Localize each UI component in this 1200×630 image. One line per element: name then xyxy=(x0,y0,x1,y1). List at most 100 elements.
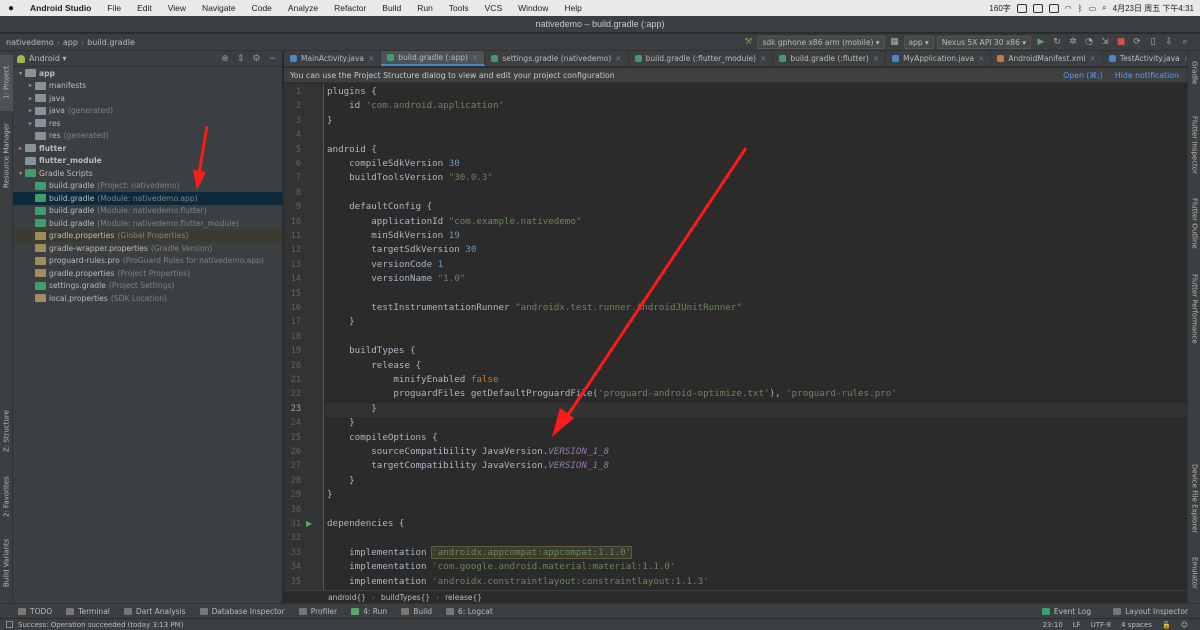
tree-item[interactable]: gradle.properties (Global Properties) xyxy=(13,229,282,242)
sdk-manager-icon[interactable]: ⇩ xyxy=(1162,37,1176,47)
run-config-selector[interactable]: app ▾ xyxy=(903,35,934,49)
code-line[interactable]: android { xyxy=(327,144,377,155)
code-line[interactable]: } xyxy=(327,417,355,428)
favorites-tab[interactable]: 2: Favorites xyxy=(0,469,13,525)
line-number[interactable]: 17 xyxy=(281,317,301,327)
line-number[interactable]: 10 xyxy=(281,217,301,227)
editor-tab[interactable]: settings.gradle (nativedemo) × xyxy=(485,51,629,66)
locate-icon[interactable]: ⊕ xyxy=(221,54,229,64)
menu-run[interactable]: Run xyxy=(409,3,441,13)
lock-icon[interactable]: 🔓 xyxy=(1162,621,1171,629)
code-line[interactable]: targetSdkVersion 30 xyxy=(327,244,476,255)
avd-selector[interactable]: Nexus 5X API 30 x86 ▾ xyxy=(936,35,1031,49)
code-line[interactable]: implementation 'androidx.constraintlayou… xyxy=(327,576,709,587)
line-number[interactable]: 8 xyxy=(281,188,301,198)
line-number[interactable]: 11 xyxy=(281,231,301,241)
run-tab[interactable]: 4: Run xyxy=(351,607,387,616)
chevron-right-icon[interactable]: ▸ xyxy=(26,120,35,127)
menu-vcs[interactable]: VCS xyxy=(477,3,510,13)
code-line[interactable]: } xyxy=(327,403,377,414)
tree-item[interactable]: res (generated) xyxy=(13,130,282,143)
code-line[interactable]: applicationId "com.example.nativedemo" xyxy=(327,216,581,227)
editor-tab[interactable]: AndroidManifest.xml × xyxy=(991,51,1103,66)
code-line[interactable]: } xyxy=(327,489,333,500)
resource-manager-tab[interactable]: Resource Manager xyxy=(0,115,13,195)
code-line[interactable]: compileOptions { xyxy=(327,432,438,443)
menu-code[interactable]: Code xyxy=(244,3,280,13)
code-line[interactable]: implementation 'com.google.android.mater… xyxy=(327,561,675,572)
code-line[interactable]: } xyxy=(327,115,333,126)
code-line[interactable]: minifyEnabled false xyxy=(327,374,498,385)
editor-tab[interactable]: MainActivity.java × xyxy=(284,51,382,66)
indent-setting[interactable]: 4 spaces xyxy=(1121,621,1152,629)
tree-item[interactable]: gradle.properties (Project Properties) xyxy=(13,267,282,280)
editor-tab[interactable]: build.gradle (:flutter) × xyxy=(773,51,887,66)
menu-refactor[interactable]: Refactor xyxy=(326,3,374,13)
tree-item[interactable]: ▾ Gradle Scripts xyxy=(13,167,282,180)
status-icon[interactable] xyxy=(1048,3,1059,13)
build-variants-tab[interactable]: Build Variants xyxy=(0,535,13,591)
line-number[interactable]: 16 xyxy=(281,303,301,313)
line-number[interactable]: 1 xyxy=(281,87,301,97)
line-number[interactable]: 35 xyxy=(281,577,301,587)
line-number[interactable]: 21 xyxy=(281,375,301,385)
chevron-down-icon[interactable]: ▾ xyxy=(16,70,25,77)
open-project-structure-link[interactable]: Open (⌘;) xyxy=(1063,71,1103,80)
code-line[interactable]: targetCompatibility JavaVersion.VERSION_… xyxy=(327,460,609,471)
tree-item[interactable]: flutter_module xyxy=(13,155,282,168)
menu-window[interactable]: Window xyxy=(510,3,556,13)
tree-item[interactable]: ▸ manifests xyxy=(13,80,282,93)
device-file-explorer-tab[interactable]: Device File Explorer xyxy=(1188,459,1200,539)
layout-inspector-tab[interactable]: Layout Inspector xyxy=(1113,607,1188,616)
code-line[interactable]: implementation 'androidx.appcompat:appco… xyxy=(327,545,633,559)
code-line[interactable]: } xyxy=(327,475,355,486)
line-number[interactable]: 13 xyxy=(281,260,301,270)
line-separator[interactable]: LF xyxy=(1073,621,1081,629)
terminal-tab[interactable]: Terminal xyxy=(66,607,110,616)
status-message[interactable]: Success: Operation succeeded (today 3:13… xyxy=(18,621,183,629)
close-icon[interactable]: × xyxy=(760,54,766,63)
code-line[interactable]: plugins { xyxy=(327,86,377,97)
chevron-right-icon[interactable]: ▸ xyxy=(26,95,35,102)
line-number[interactable]: 33 xyxy=(281,548,301,558)
code-editor[interactable]: plugins { id 'com.android.application'} a… xyxy=(325,84,1187,590)
chevron-right-icon[interactable]: ▸ xyxy=(26,107,35,114)
tree-item[interactable]: build.gradle (Module: nativedemo.flutter_… xyxy=(13,217,282,230)
code-line[interactable]: proguardFiles getDefaultProguardFile('pr… xyxy=(327,388,896,399)
chevron-right-icon[interactable]: ▸ xyxy=(16,145,25,152)
line-number[interactable]: 7 xyxy=(281,173,301,183)
code-line[interactable]: buildToolsVersion "30.0.3" xyxy=(327,172,493,183)
close-icon[interactable]: × xyxy=(873,54,879,63)
flutter-inspector-tab[interactable]: Flutter Inspector xyxy=(1188,113,1200,177)
chevron-down-icon[interactable]: ▾ xyxy=(16,170,25,177)
tree-item[interactable]: ▸ java (generated) xyxy=(13,105,282,118)
input-counter[interactable]: 160字 xyxy=(989,3,1010,14)
dart-analysis-tab[interactable]: Dart Analysis xyxy=(123,607,186,616)
code-line[interactable]: id 'com.android.application' xyxy=(327,100,504,111)
logcat-tab[interactable]: 6: Logcat xyxy=(446,607,493,616)
app-menu[interactable]: Android Studio xyxy=(22,3,99,13)
menu-navigate[interactable]: Navigate xyxy=(194,3,244,13)
code-line[interactable]: sourceCompatibility JavaVersion.VERSION_… xyxy=(327,446,609,457)
build-tab[interactable]: Build xyxy=(401,607,432,616)
hide-notification-link[interactable]: Hide notification xyxy=(1115,71,1179,80)
battery-icon[interactable]: ▭ xyxy=(1089,4,1097,13)
code-line[interactable]: dependencies { xyxy=(327,518,404,529)
line-number[interactable]: 6 xyxy=(281,159,301,169)
menu-build[interactable]: Build xyxy=(374,3,409,13)
wifi-icon[interactable]: ◠ xyxy=(1065,4,1072,13)
status-icon[interactable] xyxy=(6,621,13,628)
flutter-outline-tab[interactable]: Flutter Outline xyxy=(1188,193,1200,253)
line-number[interactable]: 30 xyxy=(281,505,301,515)
close-icon[interactable]: × xyxy=(1184,54,1187,63)
line-number[interactable]: 29 xyxy=(281,490,301,500)
structure-tab[interactable]: Z: Structure xyxy=(0,401,13,461)
menu-help[interactable]: Help xyxy=(556,3,589,13)
database-inspector-tab[interactable]: Database Inspector xyxy=(199,607,285,616)
line-number[interactable]: 34 xyxy=(281,562,301,572)
hide-icon[interactable]: − xyxy=(268,54,276,64)
line-number[interactable]: 9 xyxy=(281,202,301,212)
tree-item[interactable]: settings.gradle (Project Settings) xyxy=(13,280,282,293)
run-gutter-icon[interactable]: ▶ xyxy=(306,519,312,528)
editor-tab[interactable]: MyApplication.java × xyxy=(886,51,992,66)
